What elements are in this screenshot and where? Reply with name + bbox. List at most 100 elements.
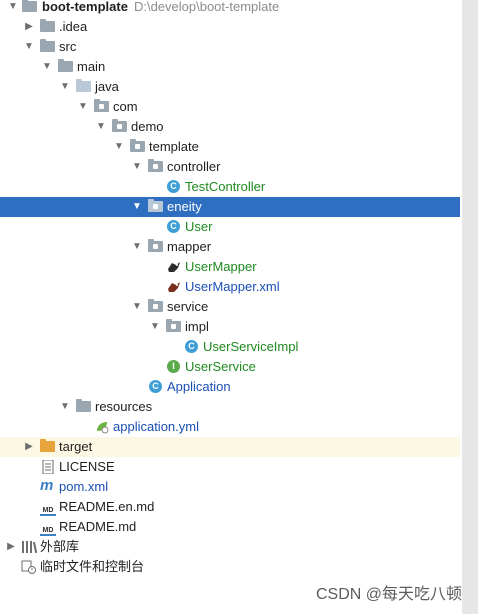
test-controller-label: TestController	[185, 179, 266, 194]
template-label: template	[149, 139, 199, 154]
text-file-icon	[40, 459, 56, 475]
tree-row-service[interactable]: ▼ service	[0, 297, 460, 317]
application-yml-label: application.yml	[113, 419, 199, 434]
main-label: main	[77, 59, 106, 74]
tree-row-resources[interactable]: ▼ resources	[0, 397, 460, 417]
excluded-folder-icon	[40, 439, 55, 452]
folder-icon	[58, 59, 73, 72]
pom-label: pom.xml	[59, 479, 109, 494]
tree-row-readme-en[interactable]: MD README.en.md	[0, 497, 460, 517]
mapper-label: mapper	[167, 239, 212, 254]
chevron-right-icon[interactable]: ▶	[4, 537, 18, 557]
chevron-down-icon[interactable]: ▼	[130, 297, 144, 317]
resources-label: resources	[95, 399, 153, 414]
vertical-scrollbar[interactable]	[462, 0, 478, 614]
tree-row-main[interactable]: ▼ main	[0, 57, 460, 77]
user-label: User	[185, 219, 213, 234]
tree-row-application-yml[interactable]: application.yml	[0, 417, 460, 437]
eneity-label: eneity	[167, 199, 202, 214]
java-label: java	[95, 79, 119, 94]
readme-label: README.md	[59, 519, 137, 534]
tree-row-target[interactable]: ▶ target	[0, 437, 460, 457]
user-service-impl-label: UserServiceImpl	[203, 339, 299, 354]
target-label: target	[59, 439, 93, 454]
chevron-down-icon[interactable]: ▼	[130, 157, 144, 177]
class-icon: C	[167, 180, 180, 193]
markdown-file-icon: MD	[40, 500, 56, 516]
class-icon: C	[185, 340, 198, 353]
chevron-down-icon[interactable]: ▼	[130, 237, 144, 257]
tree-row-pom[interactable]: m pom.xml	[0, 477, 460, 497]
markdown-file-icon: MD	[40, 520, 56, 536]
demo-label: demo	[131, 119, 164, 134]
tree-row-scratches[interactable]: 临时文件和控制台	[0, 557, 460, 577]
module-folder-icon	[22, 0, 37, 12]
package-icon	[166, 319, 181, 332]
user-mapper-xml-label: UserMapper.xml	[185, 279, 280, 294]
tree-row-user-service[interactable]: I UserService	[0, 357, 460, 377]
interface-icon: I	[167, 360, 180, 373]
tree-row-controller[interactable]: ▼ controller	[0, 157, 460, 177]
tree-row-demo[interactable]: ▼ demo	[0, 117, 460, 137]
library-icon	[21, 540, 38, 554]
impl-label: impl	[185, 319, 209, 334]
folder-icon	[40, 19, 55, 32]
package-icon	[94, 99, 109, 112]
chevron-down-icon[interactable]: ▼	[58, 397, 72, 417]
chevron-down-icon[interactable]: ▼	[130, 197, 144, 217]
chevron-down-icon[interactable]: ▼	[76, 97, 90, 117]
tree-row-user-service-impl[interactable]: C UserServiceImpl	[0, 337, 460, 357]
chevron-down-icon[interactable]: ▼	[22, 37, 36, 57]
tree-row-user-mapper-xml[interactable]: UserMapper.xml	[0, 277, 460, 297]
user-mapper-label: UserMapper	[185, 259, 257, 274]
tree-row-root[interactable]: ▼ boot-template D:\develop\boot-template	[0, 0, 460, 17]
root-path: D:\develop\boot-template	[133, 0, 280, 14]
tree-row-mapper[interactable]: ▼ mapper	[0, 237, 460, 257]
spring-boot-class-icon: C	[149, 380, 162, 393]
mybatis-bird-icon	[166, 280, 182, 294]
chevron-down-icon[interactable]: ▼	[6, 0, 20, 17]
tree-row-src[interactable]: ▼ src	[0, 37, 460, 57]
src-label: src	[59, 39, 77, 54]
application-label: Application	[167, 379, 231, 394]
com-label: com	[113, 99, 138, 114]
chevron-down-icon[interactable]: ▼	[148, 317, 162, 337]
maven-icon: m	[40, 477, 54, 494]
chevron-right-icon[interactable]: ▶	[22, 17, 36, 37]
package-icon	[148, 239, 163, 252]
idea-label: .idea	[59, 19, 88, 34]
tree-row-license[interactable]: LICENSE	[0, 457, 460, 477]
class-icon: C	[167, 220, 180, 233]
chevron-right-icon[interactable]: ▶	[22, 437, 36, 457]
readme-en-label: README.en.md	[59, 499, 155, 514]
root-name: boot-template	[42, 0, 128, 14]
controller-label: controller	[167, 159, 221, 174]
tree-row-external-libs[interactable]: ▶ 外部库	[0, 537, 460, 557]
tree-row-test-controller[interactable]: C TestController	[0, 177, 460, 197]
package-icon	[148, 299, 163, 312]
tree-row-com[interactable]: ▼ com	[0, 97, 460, 117]
tree-row-eneity[interactable]: ▼ eneity	[0, 197, 460, 217]
scratches-icon	[21, 560, 37, 574]
spring-leaf-icon	[94, 420, 110, 434]
chevron-down-icon[interactable]: ▼	[94, 117, 108, 137]
tree-row-impl[interactable]: ▼ impl	[0, 317, 460, 337]
package-icon	[148, 199, 163, 212]
package-icon	[112, 119, 127, 132]
tree-row-readme[interactable]: MD README.md	[0, 517, 460, 537]
tree-row-user-mapper[interactable]: UserMapper	[0, 257, 460, 277]
package-icon	[148, 159, 163, 172]
user-service-label: UserService	[185, 359, 256, 374]
service-label: service	[167, 299, 209, 314]
resources-folder-icon	[76, 399, 91, 412]
tree-row-template[interactable]: ▼ template	[0, 137, 460, 157]
tree-row-idea[interactable]: ▶ .idea	[0, 17, 460, 37]
scratches-label: 临时文件和控制台	[40, 559, 145, 574]
chevron-down-icon[interactable]: ▼	[112, 137, 126, 157]
chevron-down-icon[interactable]: ▼	[58, 77, 72, 97]
tree-row-application[interactable]: C Application	[0, 377, 460, 397]
mybatis-bird-icon	[166, 260, 182, 274]
tree-row-user[interactable]: C User	[0, 217, 460, 237]
tree-row-java[interactable]: ▼ java	[0, 77, 460, 97]
chevron-down-icon[interactable]: ▼	[40, 57, 54, 77]
